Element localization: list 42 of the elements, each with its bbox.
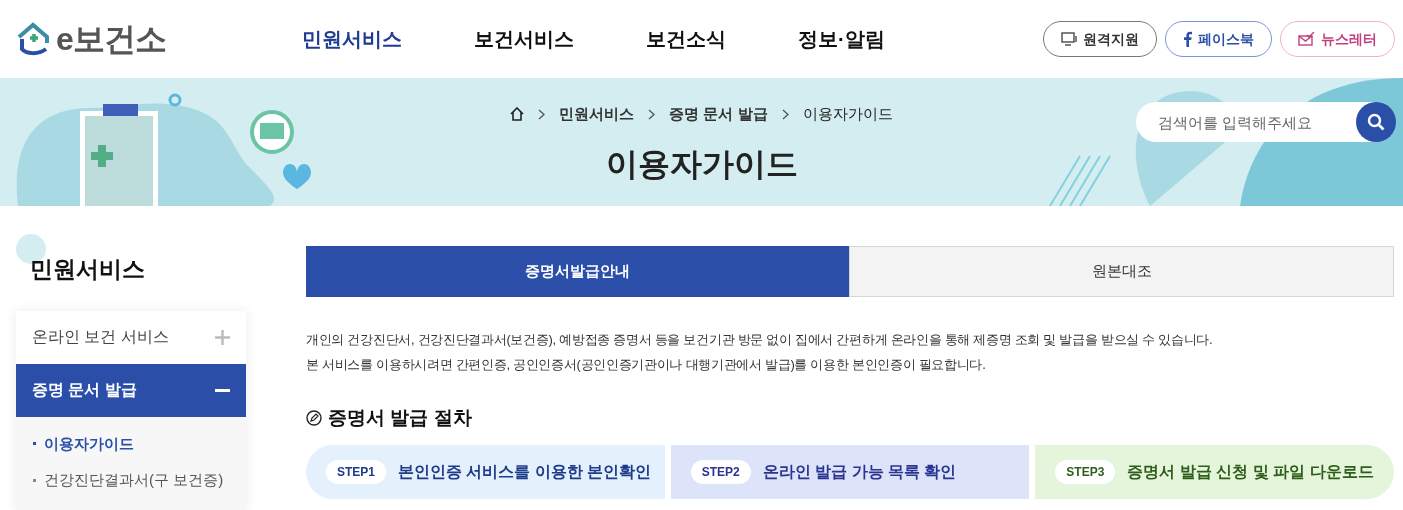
intro-text: 본 서비스를 이용하시려면 간편인증, 공인인증서(공인인증기관이나 대행기관에서 발급)를 이용한 본인인증이 필요합니다. [306,355,987,374]
intro-text: 개인의 건강진단서, 건강진단결과서(보건증), 예방접종 증명서 등을 보건기관 방문 없이 집에서 간편하게 온라인을 통해 제증명 조회 및 발급을 받으실 수 있습니다. [306,331,1214,349]
monitor-icon [1061,32,1077,46]
bullet-icon [33,478,36,482]
chevron-icon [648,108,656,120]
submenu-link[interactable]: 건강진단결과서(구 보건증) [16,469,246,492]
step-badge: STEP3 [1055,459,1116,484]
step-label: 증명서 발급 신청 및 파일 다운로드 [1127,461,1374,482]
step-badge: STEP2 [690,459,751,484]
nav-link[interactable]: 정보·알림 [798,24,885,54]
search-icon [1367,113,1385,131]
sidebar-title: 민원서비스 [30,255,146,284]
home-icon[interactable] [510,107,525,122]
bullet-icon [33,442,36,446]
facebook-icon [1183,31,1192,47]
mail-icon [1298,32,1315,46]
breadcrumb-link[interactable]: 민원서비스 [559,103,635,126]
step-label: 온라인 발급 가능 목록 확인 [762,461,957,482]
minus-icon [215,388,230,392]
logo-text[interactable]: e보건소 [56,15,167,63]
page-title: 이용자가이드 [605,144,798,184]
step-label: 본인인증 서비스를 이용한 본인확인 [398,461,652,482]
nav-link[interactable]: 보건서비스 [474,24,574,54]
header-button[interactable]: 원격지원 [1043,21,1157,57]
header-button[interactable]: 뉴스레터 [1280,21,1395,57]
chevron-icon [781,108,789,120]
step-badge: STEP1 [326,459,386,484]
breadcrumb-link[interactable]: 증명 문서 발급 [669,103,768,126]
chevron-icon [538,108,546,120]
plus-icon [215,329,230,345]
breadcrumb-link[interactable]: 이용자가이드 [802,103,893,126]
sidebar-item[interactable]: 증명 문서 발급 [16,363,246,417]
pencil-icon [306,410,322,427]
tab[interactable]: 증명서발급안내 [306,246,849,297]
submenu-link[interactable]: 이용자가이드 [16,432,246,455]
nav-link[interactable]: 민원서비스 [302,24,402,54]
tab[interactable]: 원본대조 [849,246,1394,297]
header-button[interactable]: 페이스북 [1165,21,1272,57]
nav-link[interactable]: 보건소식 [646,24,726,54]
logo-icon [16,21,52,57]
section-title: 증명서 발급 절차 [328,406,472,430]
sidebar-item[interactable]: 온라인 보건 서비스 [16,310,246,364]
